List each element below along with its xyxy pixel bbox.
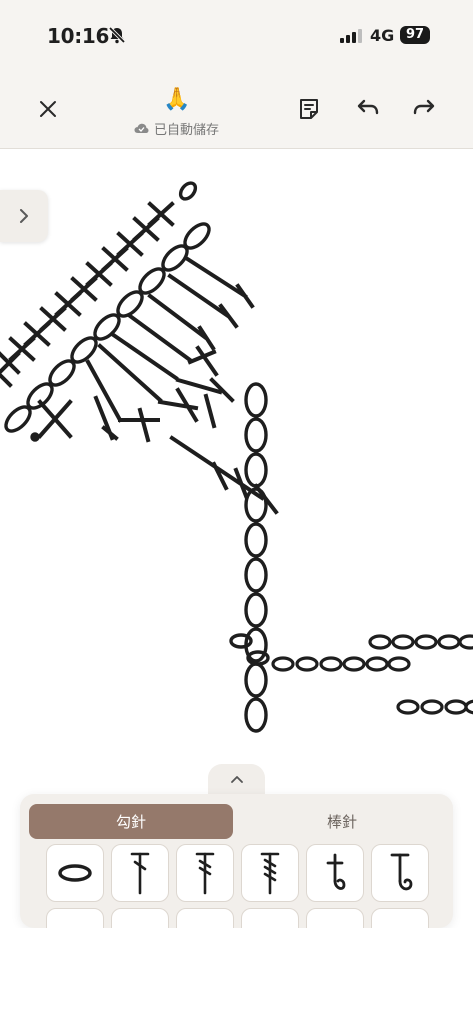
undo-icon	[357, 99, 379, 115]
bottom-spacer	[0, 928, 473, 1024]
symbol-row2-5-button[interactable]	[306, 908, 364, 928]
symbol-back-post-button[interactable]	[371, 844, 429, 902]
status-bar: 10:16 4G 97	[0, 0, 473, 70]
battery-indicator: 97	[400, 26, 430, 44]
stitch-symbol-panel: 勾針 棒針	[20, 794, 453, 928]
symbol-row2-3-button[interactable]	[176, 908, 234, 928]
autosave-label: 已自動儲存	[154, 122, 220, 137]
symbol-row2-4-button[interactable]	[241, 908, 299, 928]
symbol-row2-1-button[interactable]	[46, 908, 104, 928]
symbol-double-crochet-button[interactable]	[111, 844, 169, 902]
panel-expand-handle[interactable]	[208, 764, 265, 794]
signal-icon	[340, 29, 362, 43]
bell-muted-icon	[108, 26, 126, 44]
chevron-right-icon	[20, 209, 28, 223]
symbol-double-treble-button[interactable]	[241, 844, 299, 902]
front-post-symbol-icon	[326, 853, 346, 890]
symbol-treble-crochet-button[interactable]	[176, 844, 234, 902]
tab-crochet[interactable]: 勾針	[29, 804, 233, 839]
undo-button[interactable]	[349, 91, 385, 127]
note-icon	[300, 99, 318, 119]
double-treble-symbol-icon	[260, 852, 280, 895]
editor-toolbar	[0, 70, 473, 149]
close-button[interactable]	[30, 91, 66, 127]
symbol-front-post-button[interactable]	[306, 844, 364, 902]
clock: 10:16	[47, 24, 110, 48]
symbol-row2-2-button[interactable]	[111, 908, 169, 928]
notes-button[interactable]	[291, 91, 327, 127]
close-icon	[40, 101, 56, 117]
cloud-check-icon	[134, 123, 149, 133]
chain-symbol-icon	[58, 864, 92, 882]
redo-icon	[413, 99, 435, 115]
redo-button[interactable]	[407, 91, 443, 127]
symbol-chain-button[interactable]	[46, 844, 104, 902]
project-emoji[interactable]: 🙏	[163, 86, 190, 112]
sidebar-toggle[interactable]	[0, 190, 48, 242]
back-post-symbol-icon	[390, 853, 413, 891]
tab-knitting[interactable]: 棒針	[240, 804, 444, 839]
chevron-up-icon	[230, 776, 243, 783]
double-crochet-symbol-icon	[130, 852, 150, 895]
network-type: 4G	[370, 26, 395, 45]
symbol-row2-6-button[interactable]	[371, 908, 429, 928]
treble-crochet-symbol-icon	[195, 852, 215, 895]
autosave-status: 已自動儲存	[134, 119, 219, 138]
